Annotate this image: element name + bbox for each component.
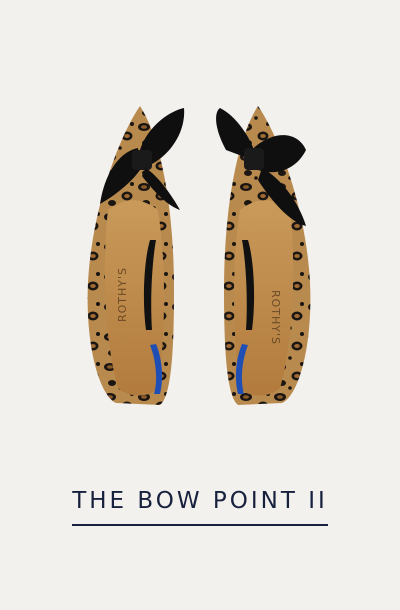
left-shoe-insole: [104, 200, 164, 396]
product-title: THE BOW POINT II: [72, 486, 328, 526]
left-shoe: ROTHY'S: [87, 106, 185, 405]
right-shoe-insole: [234, 200, 294, 396]
left-insole-brand: ROTHY'S: [116, 267, 129, 322]
product-card[interactable]: ROTHY'S ROTHY'S THE BOW POINT II: [0, 0, 400, 610]
right-insole-brand: ROTHY'S: [269, 290, 282, 345]
product-title-link[interactable]: THE BOW POINT II: [0, 486, 400, 526]
right-shoe: ROTHY'S: [216, 106, 311, 405]
product-image[interactable]: ROTHY'S ROTHY'S: [0, 0, 400, 470]
